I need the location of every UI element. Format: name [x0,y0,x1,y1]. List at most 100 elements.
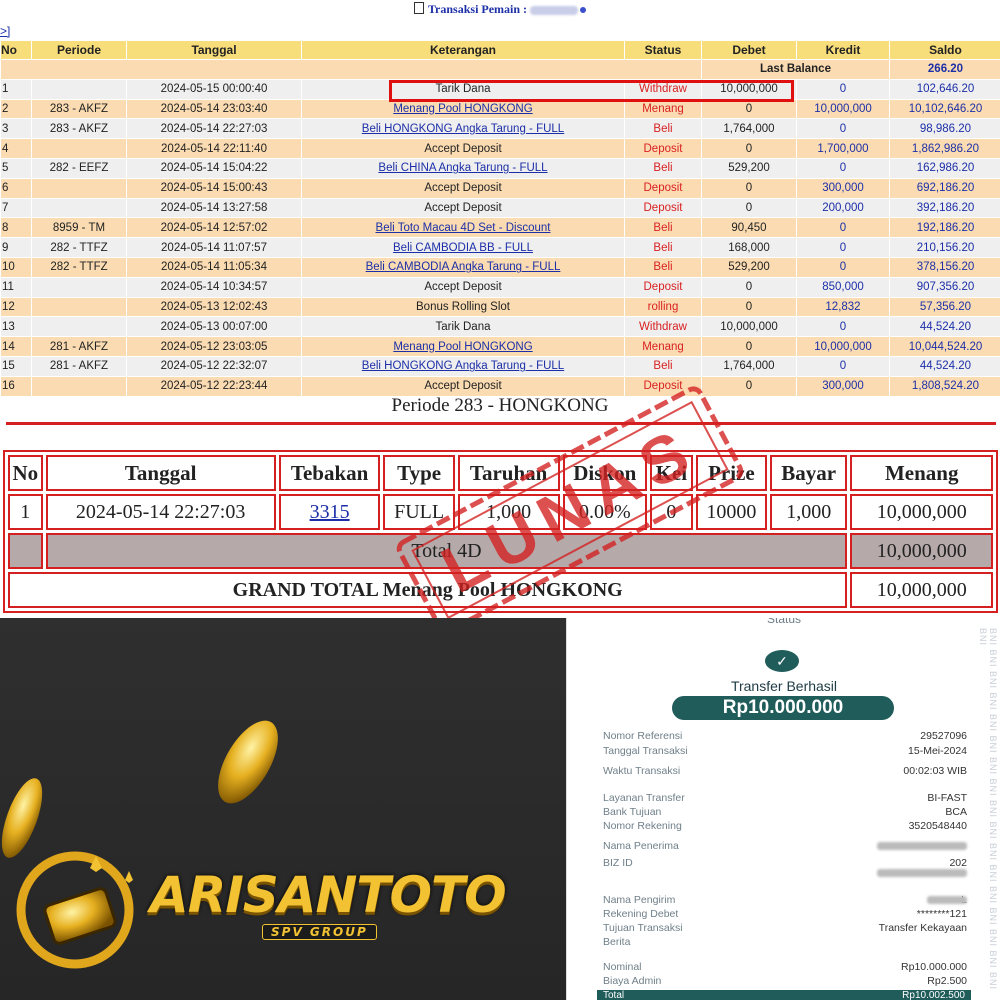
receipt-row-value: 29527096 [920,730,967,742]
keterangan-link[interactable]: Menang Pool HONGKONG [393,341,532,353]
column-header: Periode [32,41,126,60]
cell-keterangan: Tarik Dana [302,317,624,338]
table-row: 11 2024-05-14 10:34:57 Accept Deposit Depos… [1,277,1000,298]
cell-kredit: 10,000,000 [797,99,889,120]
table-row: 14 281 - AKFZ 2024-05-12 23:03:05 Menang Po… [1,337,1000,357]
keterangan-link[interactable]: Menang Pool HONGKONG [393,103,532,115]
blurred-value [877,842,967,850]
cell-kredit: 0 [797,356,889,377]
cell-no: 6 [1,178,31,199]
win-prize: 10000 [695,494,768,530]
cell-debet: 10,000,000 [702,317,796,338]
cell-kredit: 200,000 [797,198,889,219]
table-row: 3 283 - AKFZ 2024-05-14 22:27:03 Beli HONGK… [1,119,1000,140]
logo-cup-icon [43,887,117,945]
last-balance-row: Last Balance 266.20 [1,60,1000,80]
cell-periode [32,198,126,219]
cell-keterangan: Accept Deposit [302,198,624,219]
cell-tanggal: 2024-05-14 11:07:57 [127,238,301,258]
cell-periode: 283 - AKFZ [32,119,126,140]
receipt-row-value: BCA [945,806,967,818]
cell-debet: 0 [702,297,796,318]
cell-keterangan: Accept Deposit [302,139,624,159]
cell-keterangan[interactable]: Menang Pool HONGKONG [302,99,624,120]
table-header-row: No Periode Tanggal Keterangan Status Debet Kre… [1,41,1000,60]
win-header-row: No Tanggal Tebakan Type Taruhan Diskon Kei Priz… [8,455,993,491]
cell-debet: 1,764,000 [702,356,796,377]
cell-no: 2 [1,99,31,120]
cell-keterangan[interactable]: Beli CHINA Angka Tarung - FULL [302,158,624,179]
cell-kredit: 1,700,000 [797,139,889,159]
cell-keterangan: Bonus Rolling Slot [302,297,624,318]
cell-tanggal: 2024-05-14 10:34:57 [127,277,301,298]
cell-status: Deposit [625,376,701,397]
cell-debet: 529,200 [702,257,796,278]
cell-keterangan[interactable]: Beli CAMBODIA Angka Tarung - FULL [302,257,624,278]
cell-debet: 0 [702,139,796,159]
cell-no: 11 [1,277,31,298]
cell-keterangan[interactable]: Beli HONGKONG Angka Tarung - FULL [302,356,624,377]
table-row: 7 2024-05-14 13:27:58 Accept Deposit Deposi… [1,198,1000,219]
win-no: 1 [8,494,43,530]
cell-saldo: 907,356.20 [890,277,1000,298]
cell-saldo: 98,986.20 [890,119,1000,140]
cell-tanggal: 2024-05-14 23:03:40 [127,99,301,120]
cell-keterangan[interactable]: Beli Toto Macau 4D Set - Discount [302,218,624,239]
win-column-header: No [8,455,43,491]
logo-subtitle: SPV GROUP [262,924,377,940]
receipt-row-label: Tanggal Transaksi [603,745,688,757]
win-diskon: 0.00% [562,494,648,530]
cell-debet: 0 [702,99,796,120]
cell-tanggal: 2024-05-12 23:03:05 [127,337,301,357]
cell-keterangan[interactable]: Menang Pool HONGKONG [302,337,624,357]
table-row: 15 281 - AKFZ 2024-05-12 22:32:07 Beli HONG… [1,356,1000,377]
receipt-title: Transfer Berhasil [730,678,838,694]
cell-kredit: 0 [797,238,889,258]
tebakan-link[interactable]: 3315 [310,501,350,523]
receipt-row-label: Nama Pengirim [603,894,676,906]
cell-periode: 282 - TTFZ [32,238,126,258]
total-value: 10,000,000 [850,533,993,569]
cell-kredit: 850,000 [797,277,889,298]
nav-link[interactable]: >] [0,24,10,38]
cell-tanggal: 2024-05-14 15:00:43 [127,178,301,199]
keterangan-link[interactable]: Beli HONGKONG Angka Tarung - FULL [362,123,564,135]
cell-tanggal: 2024-05-14 15:04:22 [127,158,301,179]
receipt-row-value: Transfer Kekayaan [878,922,967,934]
cell-tanggal: 2024-05-13 12:02:43 [127,297,301,318]
grand-total-label: GRAND TOTAL Menang Pool HONGKONG [8,572,848,608]
cell-debet: 0 [702,178,796,199]
cell-status: Menang [625,337,701,357]
receipt-row-value: 00:02:03 WIB [903,765,967,777]
cell-status: Withdraw [625,317,701,338]
cell-kredit: 10,000,000 [797,337,889,357]
cell-status: Beli [625,238,701,258]
win-type: FULL [383,494,455,530]
cell-saldo: 378,156.20 [890,257,1000,278]
grand-total-row: GRAND TOTAL Menang Pool HONGKONG 10,000,… [8,572,993,608]
player-name-blurred [530,5,579,15]
receipt-row-value: BI-FAST [927,792,967,804]
cell-periode [32,139,126,159]
win-tebakan[interactable]: 3315 [278,494,381,530]
keterangan-link[interactable]: Beli HONGKONG Angka Tarung - FULL [362,360,564,372]
win-column-header: Tanggal [45,455,276,491]
table-row: 6 2024-05-14 15:00:43 Accept Deposit Deposi… [1,178,1000,199]
cell-periode: 282 - EEFZ [32,158,126,179]
win-column-header: Bayar [770,455,848,491]
table-row: 2 283 - AKFZ 2024-05-14 23:03:40 Menang Poo… [1,99,1000,120]
cell-keterangan[interactable]: Beli HONGKONG Angka Tarung - FULL [302,119,624,140]
cell-saldo: 392,186.20 [890,198,1000,219]
column-header: Status [625,41,701,60]
cell-saldo: 210,156.20 [890,238,1000,258]
win-bayar: 1,000 [770,494,848,530]
keterangan-link[interactable]: Beli CHINA Angka Tarung - FULL [378,162,547,174]
keterangan-link[interactable]: Beli Toto Macau 4D Set - Discount [376,222,551,234]
keterangan-link[interactable]: Beli CAMBODIA Angka Tarung - FULL [366,261,561,273]
column-header: No [1,41,31,60]
cell-periode: 281 - AKFZ [32,337,126,357]
keterangan-link[interactable]: Beli CAMBODIA BB - FULL [393,242,533,254]
cell-keterangan[interactable]: Beli CAMBODIA BB - FULL [302,238,624,258]
cell-keterangan: Accept Deposit [302,376,624,397]
cell-saldo: 44,524.20 [890,356,1000,377]
